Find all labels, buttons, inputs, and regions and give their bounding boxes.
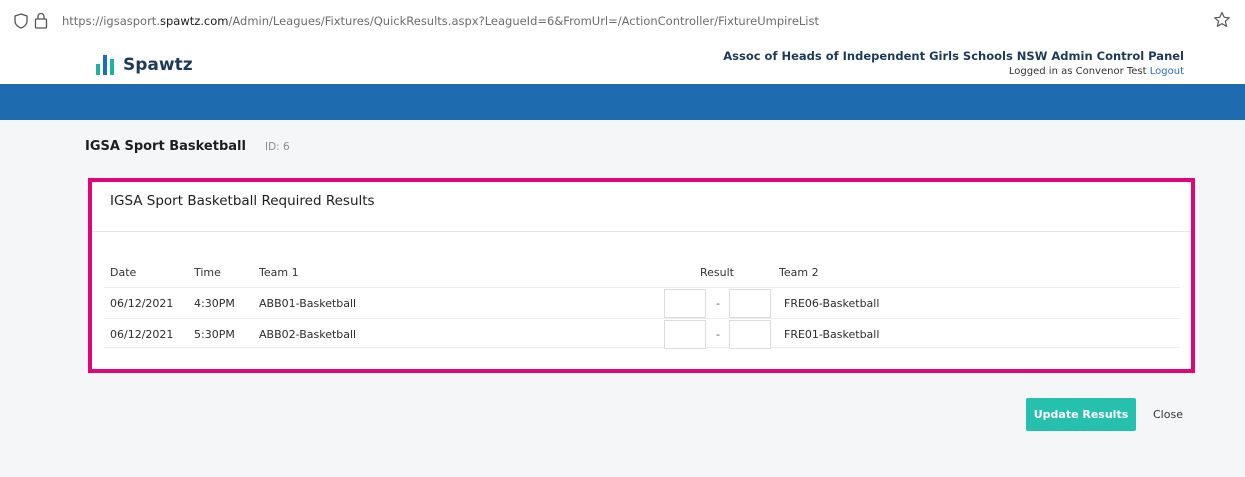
team1-score-input[interactable] [664,289,706,318]
panel-title: IGSA Sport Basketball Required Results [110,193,375,209]
shield-icon[interactable] [14,13,28,29]
league-id: ID: 6 [265,141,290,153]
team2-name: FRE06-Basketball [784,297,880,310]
app-header: Spawtz Assoc of Heads of Independent Gir… [0,44,1245,84]
team1-name: ABB02-Basketball [259,328,357,341]
required-results-panel: IGSA Sport Basketball Required Results D… [88,178,1195,373]
team2-name: FRE01-Basketball [784,328,880,341]
column-header-team2: Team 2 [779,266,819,279]
team2-score-input[interactable] [729,289,771,318]
logo-bars-icon [96,55,114,75]
logo-text: Spawtz [123,55,193,75]
fixture-date: 06/12/2021 [110,297,174,310]
update-results-button[interactable]: Update Results [1026,398,1136,431]
logout-link[interactable]: Logout [1150,66,1184,77]
column-header-result: Result [700,266,734,279]
url-domain: spawtz.com [159,14,229,28]
column-header-date: Date [110,266,137,279]
fixture-time: 5:30PM [194,328,235,341]
logged-in-text: Logged in as Convenor Test [1008,66,1147,77]
url-path: /Admin/Leagues/Fixtures/QuickResults.asp… [228,14,820,28]
url-prefix: https://igsasport. [62,14,160,28]
browser-url-bar: https://igsasport.spawtz.com/Admin/Leagu… [0,0,1245,44]
fixture-time: 4:30PM [194,297,235,310]
address-bar[interactable]: https://igsasport.spawtz.com/Admin/Leagu… [62,14,819,28]
bookmark-star-icon[interactable] [1213,11,1231,29]
team2-score-input[interactable] [729,320,771,349]
org-title: Assoc of Heads of Independent Girls Scho… [723,49,1184,63]
team1-score-input[interactable] [664,320,706,349]
fixture-row: 06/12/2021 5:30PM ABB02-Basketball - FRE… [104,318,1180,349]
score-separator: - [716,297,720,310]
fixture-row: 06/12/2021 4:30PM ABB01-Basketball - FRE… [104,287,1180,318]
team1-name: ABB01-Basketball [259,297,357,310]
score-separator: - [716,328,720,341]
close-button[interactable]: Close [1153,408,1183,421]
column-header-time: Time [194,266,221,279]
fixture-date: 06/12/2021 [110,328,174,341]
logged-in-status: Logged in as Convenor Test Logout [1009,66,1184,77]
nav-bar [0,84,1245,120]
page-title: IGSA Sport Basketball [85,139,246,154]
column-header-team1: Team 1 [259,266,299,279]
lock-icon[interactable] [34,12,48,29]
spawtz-logo[interactable]: Spawtz [96,53,193,77]
panel-divider [92,231,1191,232]
